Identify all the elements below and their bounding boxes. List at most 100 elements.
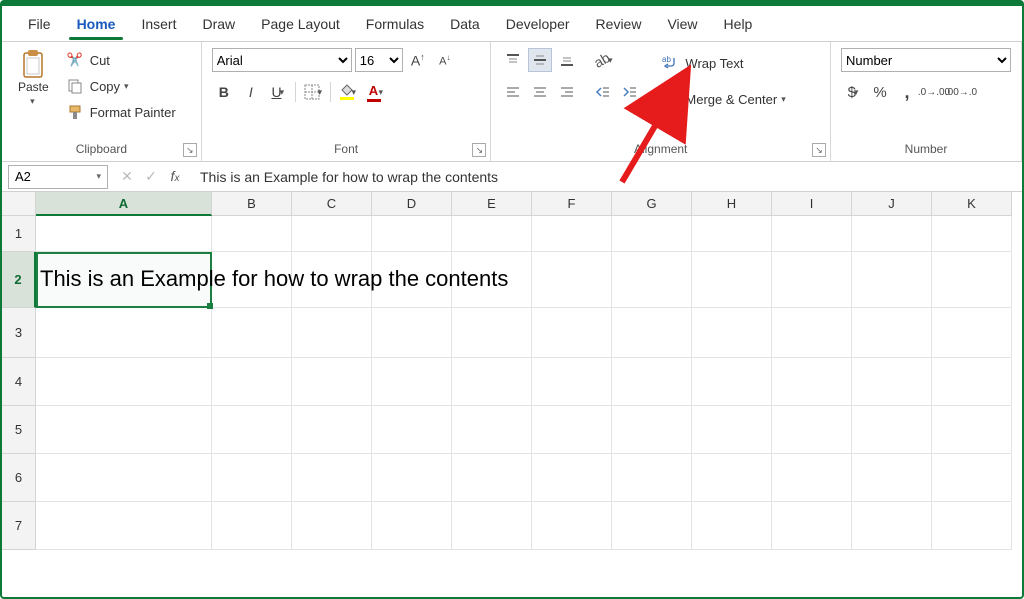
paste-button[interactable]: Paste ▾ — [12, 48, 55, 109]
cell-J3[interactable] — [852, 308, 932, 358]
cell-J1[interactable] — [852, 216, 932, 252]
column-header-F[interactable]: F — [532, 192, 612, 216]
cell-H4[interactable] — [692, 358, 772, 406]
cell-J5[interactable] — [852, 406, 932, 454]
font-family-select[interactable]: Arial — [212, 48, 352, 72]
cell-I4[interactable] — [772, 358, 852, 406]
cell-E3[interactable] — [452, 308, 532, 358]
name-box[interactable]: A2 ▾ — [8, 165, 108, 189]
tab-view[interactable]: View — [655, 10, 709, 38]
cell-C6[interactable] — [292, 454, 372, 502]
align-right-button[interactable] — [555, 80, 579, 104]
column-header-G[interactable]: G — [612, 192, 692, 216]
column-header-E[interactable]: E — [452, 192, 532, 216]
column-header-C[interactable]: C — [292, 192, 372, 216]
cell-A3[interactable] — [36, 308, 212, 358]
number-format-select[interactable]: Number — [841, 48, 1011, 72]
fx-button[interactable]: fx — [166, 168, 184, 185]
cell-E6[interactable] — [452, 454, 532, 502]
formula-input[interactable] — [194, 167, 1022, 187]
cell-E1[interactable] — [452, 216, 532, 252]
font-launcher[interactable]: ↘ — [472, 143, 486, 157]
cell-C2[interactable] — [292, 252, 372, 308]
row-header-3[interactable]: 3 — [2, 308, 36, 358]
cell-I1[interactable] — [772, 216, 852, 252]
cell-G4[interactable] — [612, 358, 692, 406]
cut-button[interactable]: ✂️ Cut — [63, 48, 179, 72]
row-header-2[interactable]: 2 — [2, 252, 36, 308]
cell-G2[interactable] — [612, 252, 692, 308]
font-size-select[interactable]: 16 — [355, 48, 403, 72]
increase-font-button[interactable]: A↑ — [406, 48, 430, 72]
cell-C3[interactable] — [292, 308, 372, 358]
column-header-B[interactable]: B — [212, 192, 292, 216]
cell-I2[interactable] — [772, 252, 852, 308]
cell-F4[interactable] — [532, 358, 612, 406]
tab-insert[interactable]: Insert — [129, 10, 188, 38]
column-header-K[interactable]: K — [932, 192, 1012, 216]
cell-G6[interactable] — [612, 454, 692, 502]
column-header-J[interactable]: J — [852, 192, 932, 216]
cell-I6[interactable] — [772, 454, 852, 502]
comma-button[interactable]: , — [895, 80, 919, 104]
cell-I5[interactable] — [772, 406, 852, 454]
cell-C4[interactable] — [292, 358, 372, 406]
cell-F2[interactable] — [532, 252, 612, 308]
increase-decimal-button[interactable]: .0→.00 — [922, 80, 946, 104]
cell-I3[interactable] — [772, 308, 852, 358]
cell-B7[interactable] — [212, 502, 292, 550]
cell-J2[interactable] — [852, 252, 932, 308]
cell-K4[interactable] — [932, 358, 1012, 406]
tab-page-layout[interactable]: Page Layout — [249, 10, 352, 38]
tab-developer[interactable]: Developer — [494, 10, 582, 38]
cell-F3[interactable] — [532, 308, 612, 358]
tab-review[interactable]: Review — [584, 10, 654, 38]
cell-K6[interactable] — [932, 454, 1012, 502]
column-header-H[interactable]: H — [692, 192, 772, 216]
cell-B6[interactable] — [212, 454, 292, 502]
align-middle-button[interactable] — [528, 48, 552, 72]
wrap-text-button[interactable]: ab Wrap Text — [658, 48, 788, 78]
cell-F6[interactable] — [532, 454, 612, 502]
align-bottom-button[interactable] — [555, 48, 579, 72]
currency-button[interactable]: $▾ — [841, 80, 865, 104]
cell-J6[interactable] — [852, 454, 932, 502]
align-center-button[interactable] — [528, 80, 552, 104]
cell-B4[interactable] — [212, 358, 292, 406]
column-header-A[interactable]: A — [36, 192, 212, 216]
cell-B2[interactable] — [212, 252, 292, 308]
cell-C7[interactable] — [292, 502, 372, 550]
cell-A7[interactable] — [36, 502, 212, 550]
cell-E5[interactable] — [452, 406, 532, 454]
borders-button[interactable]: ▾ — [301, 80, 325, 104]
cell-H3[interactable] — [692, 308, 772, 358]
format-painter-button[interactable]: Format Painter — [63, 100, 179, 124]
row-header-5[interactable]: 5 — [2, 406, 36, 454]
cell-E4[interactable] — [452, 358, 532, 406]
cell-K7[interactable] — [932, 502, 1012, 550]
cell-F7[interactable] — [532, 502, 612, 550]
tab-home[interactable]: Home — [65, 10, 128, 38]
cell-A4[interactable] — [36, 358, 212, 406]
cell-K2[interactable] — [932, 252, 1012, 308]
row-header-6[interactable]: 6 — [2, 454, 36, 502]
cell-K3[interactable] — [932, 308, 1012, 358]
copy-button[interactable]: Copy ▾ — [63, 74, 179, 98]
cell-B1[interactable] — [212, 216, 292, 252]
cell-J7[interactable] — [852, 502, 932, 550]
fill-handle[interactable] — [207, 303, 213, 309]
select-all-corner[interactable] — [2, 192, 36, 216]
spreadsheet-grid[interactable]: ABCDEFGHIJK 1234567 This is an Example f… — [2, 192, 1022, 597]
cell-G7[interactable] — [612, 502, 692, 550]
column-header-I[interactable]: I — [772, 192, 852, 216]
enter-entry-button[interactable]: ✓ — [142, 168, 160, 185]
cell-A1[interactable] — [36, 216, 212, 252]
cell-I7[interactable] — [772, 502, 852, 550]
cell-H2[interactable] — [692, 252, 772, 308]
underline-button[interactable]: U▾ — [266, 80, 290, 104]
tab-data[interactable]: Data — [438, 10, 492, 38]
cell-D7[interactable] — [372, 502, 452, 550]
cell-D2[interactable] — [372, 252, 452, 308]
cell-D4[interactable] — [372, 358, 452, 406]
cell-K5[interactable] — [932, 406, 1012, 454]
